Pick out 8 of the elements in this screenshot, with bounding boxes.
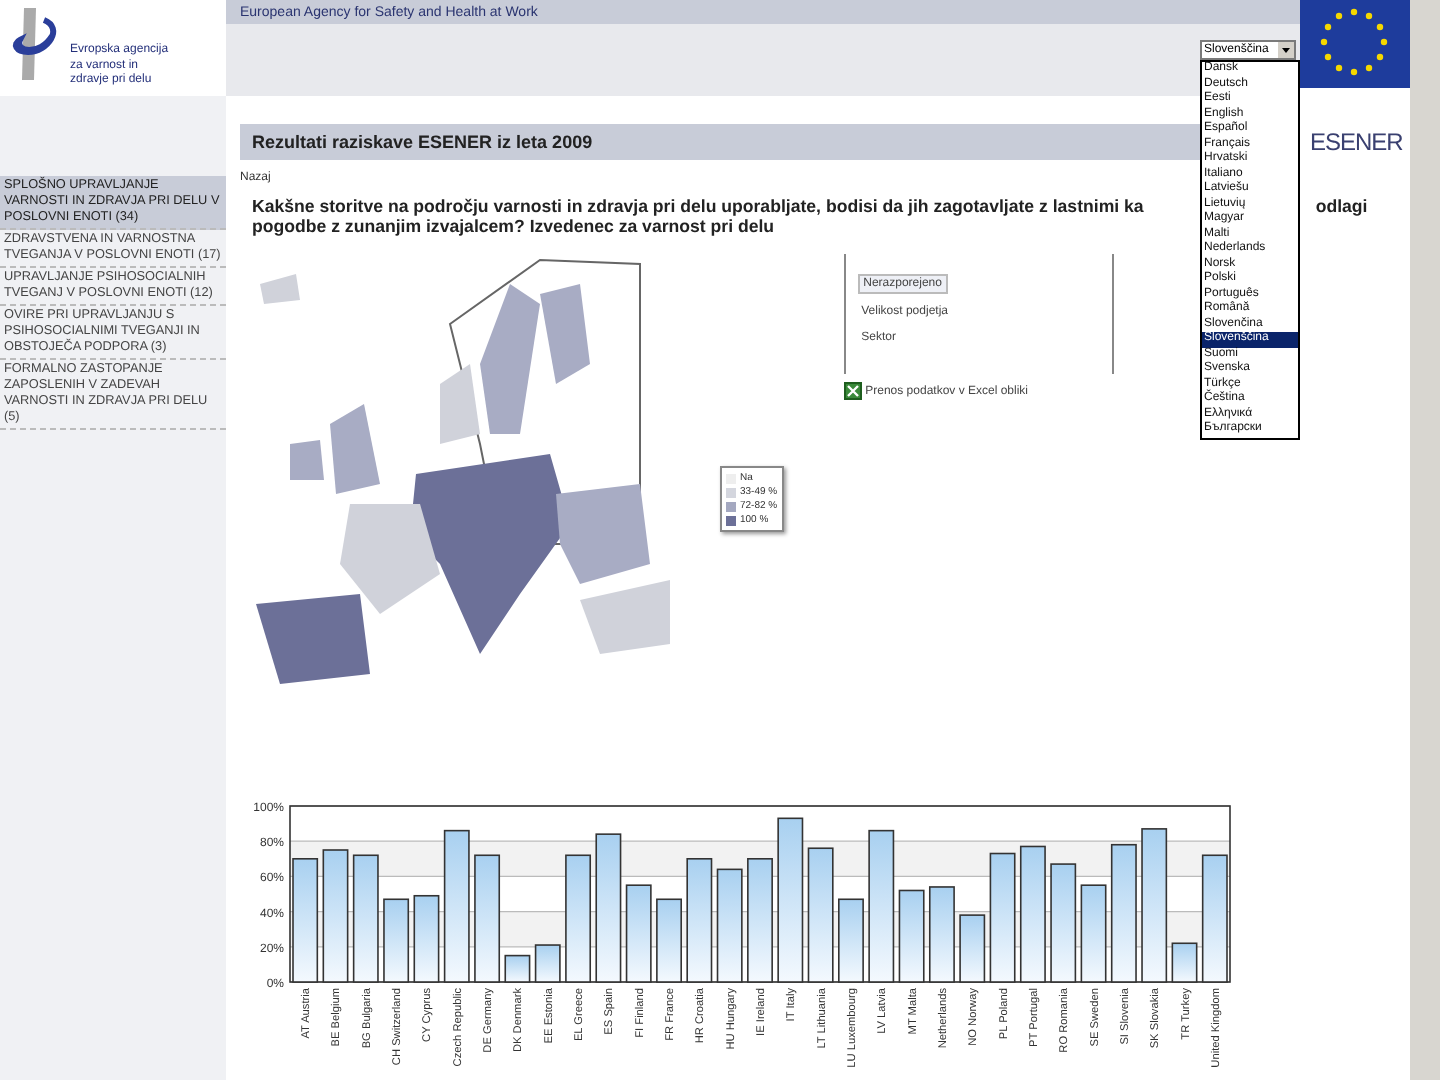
page-title: Rezultati raziskave ESENER iz leta 2009	[252, 132, 593, 152]
spreadsheet-icon	[843, 382, 862, 400]
esener-logo: ESENER	[1310, 128, 1403, 156]
eu-flag-icon	[1300, 0, 1410, 88]
scrollbar[interactable]	[1410, 0, 1440, 1080]
question-text: pogodbe z zunanjim izvajalcem? Izvedenec za varnost pri delu	[252, 216, 775, 236]
question-text: odlagi	[1315, 196, 1368, 216]
question-text: Kakšne storitve na področju varnosti in zdravja pri delu uporabljate, bodisi da jih zagotavljate z lastnimi ka	[252, 196, 1144, 216]
